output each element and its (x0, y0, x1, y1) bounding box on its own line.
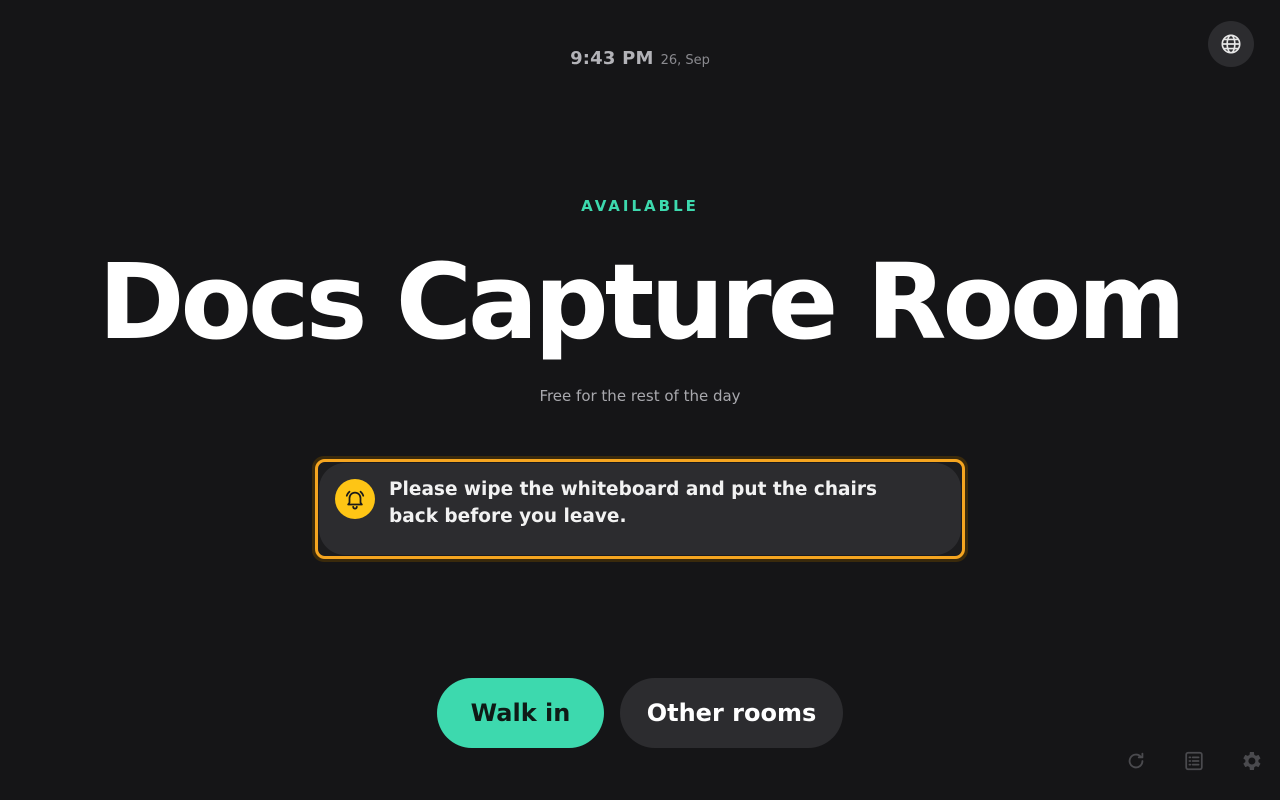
settings-button[interactable] (1238, 748, 1264, 774)
clock-date: 26, Sep (660, 53, 710, 68)
notice-text: Please wipe the whiteboard and put the c… (389, 479, 877, 527)
language-button[interactable] (1208, 21, 1254, 67)
bell-icon (335, 479, 375, 519)
gear-icon (1243, 752, 1261, 770)
list-icon (1185, 751, 1203, 771)
refresh-button[interactable] (1123, 748, 1149, 774)
walk-in-button[interactable]: Walk in (437, 678, 604, 748)
room-name: Docs Capture Room (98, 241, 1186, 363)
availability-subtitle: Free for the rest of the day (539, 387, 741, 405)
clock-time: 9:43 PM (570, 48, 654, 69)
room-display-screen: 9:43 PM 26, Sep AVAILABLE Docs Capture Ro… (0, 0, 1280, 800)
clock: 9:43 PM 26, Sep (0, 48, 1280, 69)
notice-banner: Please wipe the whiteboard and put the c… (319, 463, 961, 555)
schedule-list-button[interactable] (1181, 748, 1207, 774)
refresh-icon (1128, 752, 1144, 769)
globe-icon (1221, 34, 1241, 54)
room-status: AVAILABLE (581, 197, 699, 215)
other-rooms-button[interactable]: Other rooms (620, 678, 843, 748)
